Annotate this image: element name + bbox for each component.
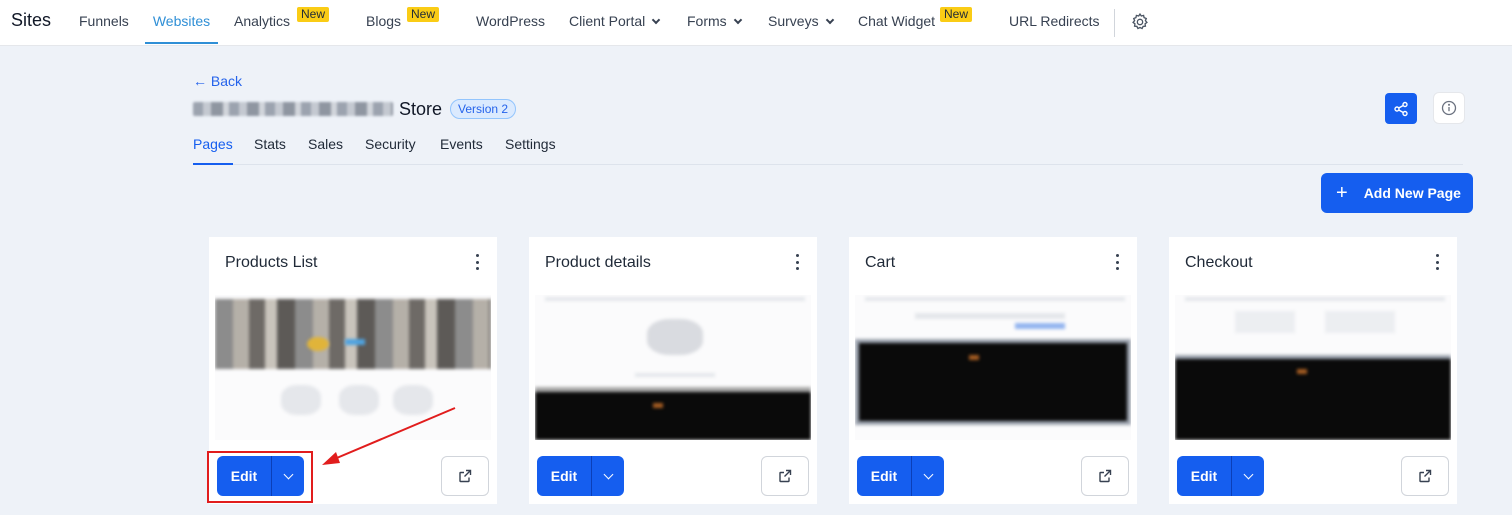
open-external-button[interactable]: [441, 456, 489, 496]
nav-item-blogs[interactable]: Blogs: [366, 0, 401, 44]
new-badge: New: [940, 7, 973, 22]
open-external-button[interactable]: [1081, 456, 1129, 496]
external-link-icon: [779, 469, 792, 483]
more-options-icon[interactable]: [795, 254, 799, 270]
page-card-checkout: Checkout Edit: [1169, 237, 1457, 504]
back-link[interactable]: ← Back: [193, 73, 242, 89]
more-options-icon[interactable]: [1115, 254, 1119, 270]
nav-label: Blogs: [366, 13, 402, 29]
tab-sales[interactable]: Sales: [308, 136, 343, 165]
top-navigation: Sites Funnels Websites Analytics New Blo…: [0, 0, 1512, 46]
edit-button[interactable]: Edit: [537, 456, 592, 496]
card-title: Checkout: [1185, 254, 1253, 271]
card-title: Products List: [225, 254, 318, 271]
nav-item-surveys[interactable]: Surveys: [768, 0, 834, 44]
chevron-down-icon: [825, 15, 834, 25]
tab-events[interactable]: Events: [440, 136, 483, 165]
new-badge: New: [407, 7, 440, 22]
annotation-highlight-box: [207, 451, 313, 503]
plus-icon: +: [1336, 182, 1348, 204]
version-badge: Version 2: [450, 99, 517, 119]
info-icon: [1441, 100, 1457, 116]
chevron-down-icon: [1243, 469, 1253, 479]
edit-dropdown-button[interactable]: [592, 456, 624, 496]
page-thumbnail[interactable]: [535, 295, 811, 440]
nav-item-funnels[interactable]: Funnels: [79, 0, 129, 44]
gear-icon[interactable]: [1130, 12, 1150, 32]
nav-label: Client Portal: [569, 13, 646, 29]
nav-divider: [1114, 9, 1115, 37]
chevron-down-icon: [652, 15, 661, 25]
nav-label: Chat Widget: [858, 13, 936, 29]
tab-settings[interactable]: Settings: [505, 136, 556, 165]
edit-button[interactable]: Edit: [1177, 456, 1232, 496]
nav-item-chat-widget[interactable]: Chat Widget: [858, 0, 935, 44]
nav-label: Funnels: [79, 13, 129, 29]
nav-item-client-portal[interactable]: Client Portal: [569, 0, 661, 44]
nav-item-url-redirects[interactable]: URL Redirects: [1009, 0, 1100, 44]
page-tabs: Pages Stats Sales Security Events Settin…: [193, 128, 1463, 165]
page-card-product-details: Product details Edit: [529, 237, 817, 504]
chevron-down-icon: [733, 15, 742, 25]
page-thumbnail[interactable]: [215, 295, 491, 440]
info-button[interactable]: [1433, 92, 1465, 124]
nav-label: Websites: [152, 13, 211, 29]
share-button[interactable]: [1385, 93, 1417, 124]
add-new-page-button[interactable]: + Add New Page: [1321, 173, 1473, 213]
tab-pages[interactable]: Pages: [193, 136, 233, 165]
external-link-icon: [459, 469, 472, 483]
nav-label: WordPress: [476, 13, 545, 29]
edit-button-group: Edit: [857, 456, 944, 496]
page-thumbnail[interactable]: [855, 295, 1131, 440]
card-title: Product details: [545, 254, 651, 271]
open-external-button[interactable]: [1401, 456, 1449, 496]
edit-dropdown-button[interactable]: [912, 456, 944, 496]
page-card-cart: Cart Edit: [849, 237, 1137, 504]
nav-label: Surveys: [768, 13, 819, 29]
nav-item-websites[interactable]: Websites: [145, 0, 218, 44]
nav-item-forms[interactable]: Forms: [687, 0, 742, 44]
edit-button[interactable]: Edit: [857, 456, 912, 496]
brand-title: Sites: [11, 10, 52, 30]
edit-dropdown-button[interactable]: [1232, 456, 1264, 496]
add-new-page-label: Add New Page: [1363, 185, 1461, 201]
external-link-icon: [1419, 469, 1432, 483]
tab-stats[interactable]: Stats: [254, 136, 286, 165]
edit-button-group: Edit: [1177, 456, 1264, 496]
more-options-icon[interactable]: [475, 254, 479, 270]
share-icon: [1394, 101, 1408, 116]
nav-label: URL Redirects: [1009, 13, 1100, 29]
new-badge: New: [297, 7, 330, 22]
tab-security[interactable]: Security: [365, 136, 416, 165]
site-title: Store Version 2: [193, 98, 517, 120]
chevron-down-icon: [603, 469, 613, 479]
nav-item-wordpress[interactable]: WordPress: [476, 0, 545, 44]
nav-label: Forms: [687, 13, 727, 29]
page-thumbnail[interactable]: [1175, 295, 1451, 440]
external-link-icon: [1099, 469, 1112, 483]
edit-button-group: Edit: [537, 456, 624, 496]
nav-item-analytics[interactable]: Analytics: [234, 0, 290, 44]
site-name-suffix: Store: [399, 98, 443, 119]
open-external-button[interactable]: [761, 456, 809, 496]
redacted-site-name: [193, 102, 393, 116]
more-options-icon[interactable]: [1435, 254, 1439, 270]
chevron-down-icon: [923, 469, 933, 479]
nav-label: Analytics: [234, 13, 291, 29]
card-title: Cart: [865, 254, 896, 271]
